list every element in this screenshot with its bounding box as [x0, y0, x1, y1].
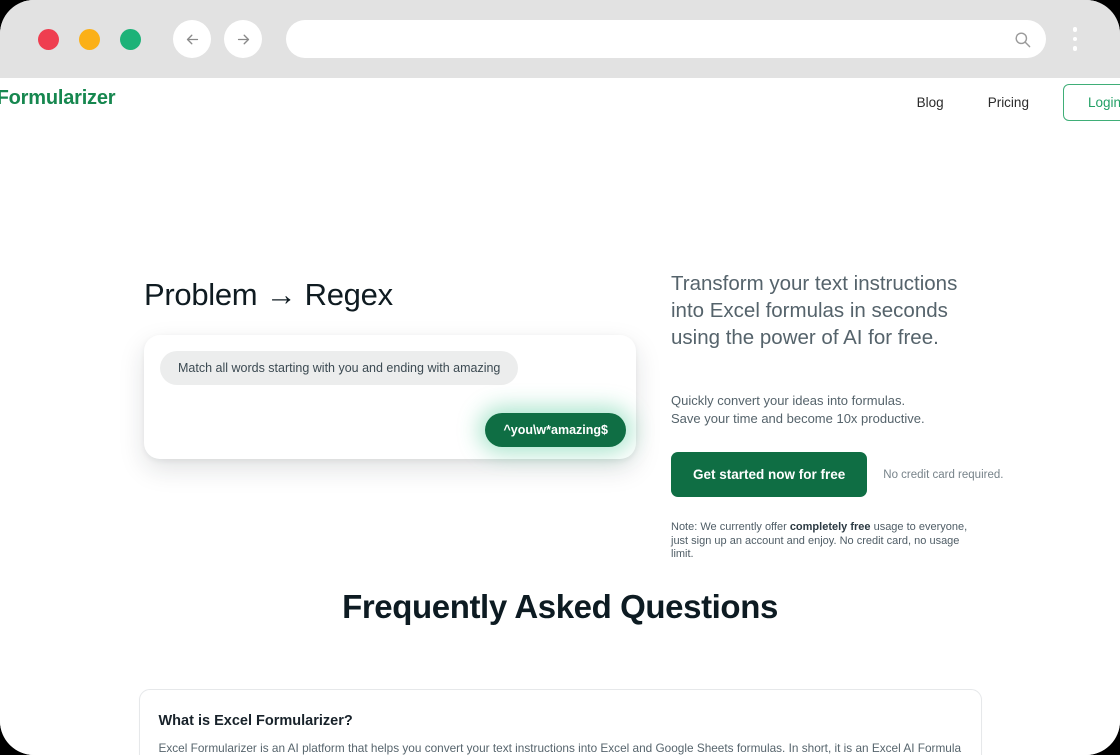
chat-bubble-bot: ^you\w*amazing$ — [485, 413, 626, 447]
kebab-dot-icon — [1072, 27, 1078, 32]
search-icon[interactable] — [1013, 30, 1032, 49]
close-window-button[interactable] — [38, 28, 59, 50]
window-controls — [38, 28, 141, 50]
get-started-button[interactable]: Get started now for free — [671, 452, 868, 497]
note-emphasis: completely free — [789, 521, 871, 533]
page-content: Excel Formularizer Blog Pricing Login Pr… — [0, 78, 1120, 755]
hero-title: Problem → Regex — [144, 277, 393, 312]
chat-bubble-user: Match all words starting with you and en… — [160, 351, 519, 385]
kebab-dot-icon — [1072, 36, 1078, 42]
browser-window: Excel Formularizer Blog Pricing Login Pr… — [0, 0, 1120, 755]
back-button[interactable] — [173, 20, 211, 58]
site-logo[interactable]: Excel Formularizer — [0, 87, 116, 110]
hero-headline: Transform your text instructions into Ex… — [671, 272, 958, 349]
arrow-left-icon — [186, 34, 198, 44]
browser-toolbar — [0, 0, 1120, 78]
faq-answer: Excel Formularizer is an AI platform tha… — [158, 741, 962, 755]
hero-subtext-line-1: Quickly convert your ideas into formulas… — [671, 393, 906, 408]
browser-menu-button[interactable] — [1056, 20, 1094, 58]
arrow-right-icon — [237, 34, 249, 44]
minimize-window-button[interactable] — [79, 28, 100, 50]
hero-subtext-line-2: Save your time and become 10x productive… — [671, 410, 925, 426]
navigation-buttons — [173, 20, 262, 58]
faq-section: Frequently Asked Questions What is Excel… — [0, 588, 1120, 755]
address-input[interactable] — [306, 31, 1013, 47]
forward-button[interactable] — [224, 20, 262, 58]
hero-left-column: Problem → Regex Match all words starting… — [144, 277, 644, 459]
faq-item[interactable]: What is Excel Formularizer? Excel Formul… — [138, 689, 982, 755]
demo-chat-card: Match all words starting with you and en… — [144, 335, 636, 459]
faq-title: Frequently Asked Questions — [342, 588, 778, 625]
cta-caption: No credit card required. — [883, 468, 1004, 481]
site-navigation: Blog Pricing Login — [895, 84, 1120, 121]
nav-item-blog[interactable]: Blog — [895, 95, 966, 110]
maximize-window-button[interactable] — [120, 28, 141, 50]
address-bar[interactable] — [286, 20, 1046, 58]
nav-item-pricing[interactable]: Pricing — [966, 95, 1051, 110]
cta-row: Get started now for free No credit card … — [671, 452, 1003, 497]
free-usage-note: Note: We currently offer completely free… — [671, 521, 971, 562]
hero-right-column: Transform your text instructions into Ex… — [671, 270, 1003, 562]
kebab-dot-icon — [1072, 46, 1078, 51]
note-prefix: Note: We currently offer — [671, 521, 790, 533]
login-button[interactable]: Login — [1062, 84, 1120, 121]
site-header: Excel Formularizer Blog Pricing Login — [0, 78, 1120, 125]
faq-question: What is Excel Formularizer? — [158, 713, 353, 729]
hero-subtext: Quickly convert your ideas into formulas… — [671, 392, 991, 427]
